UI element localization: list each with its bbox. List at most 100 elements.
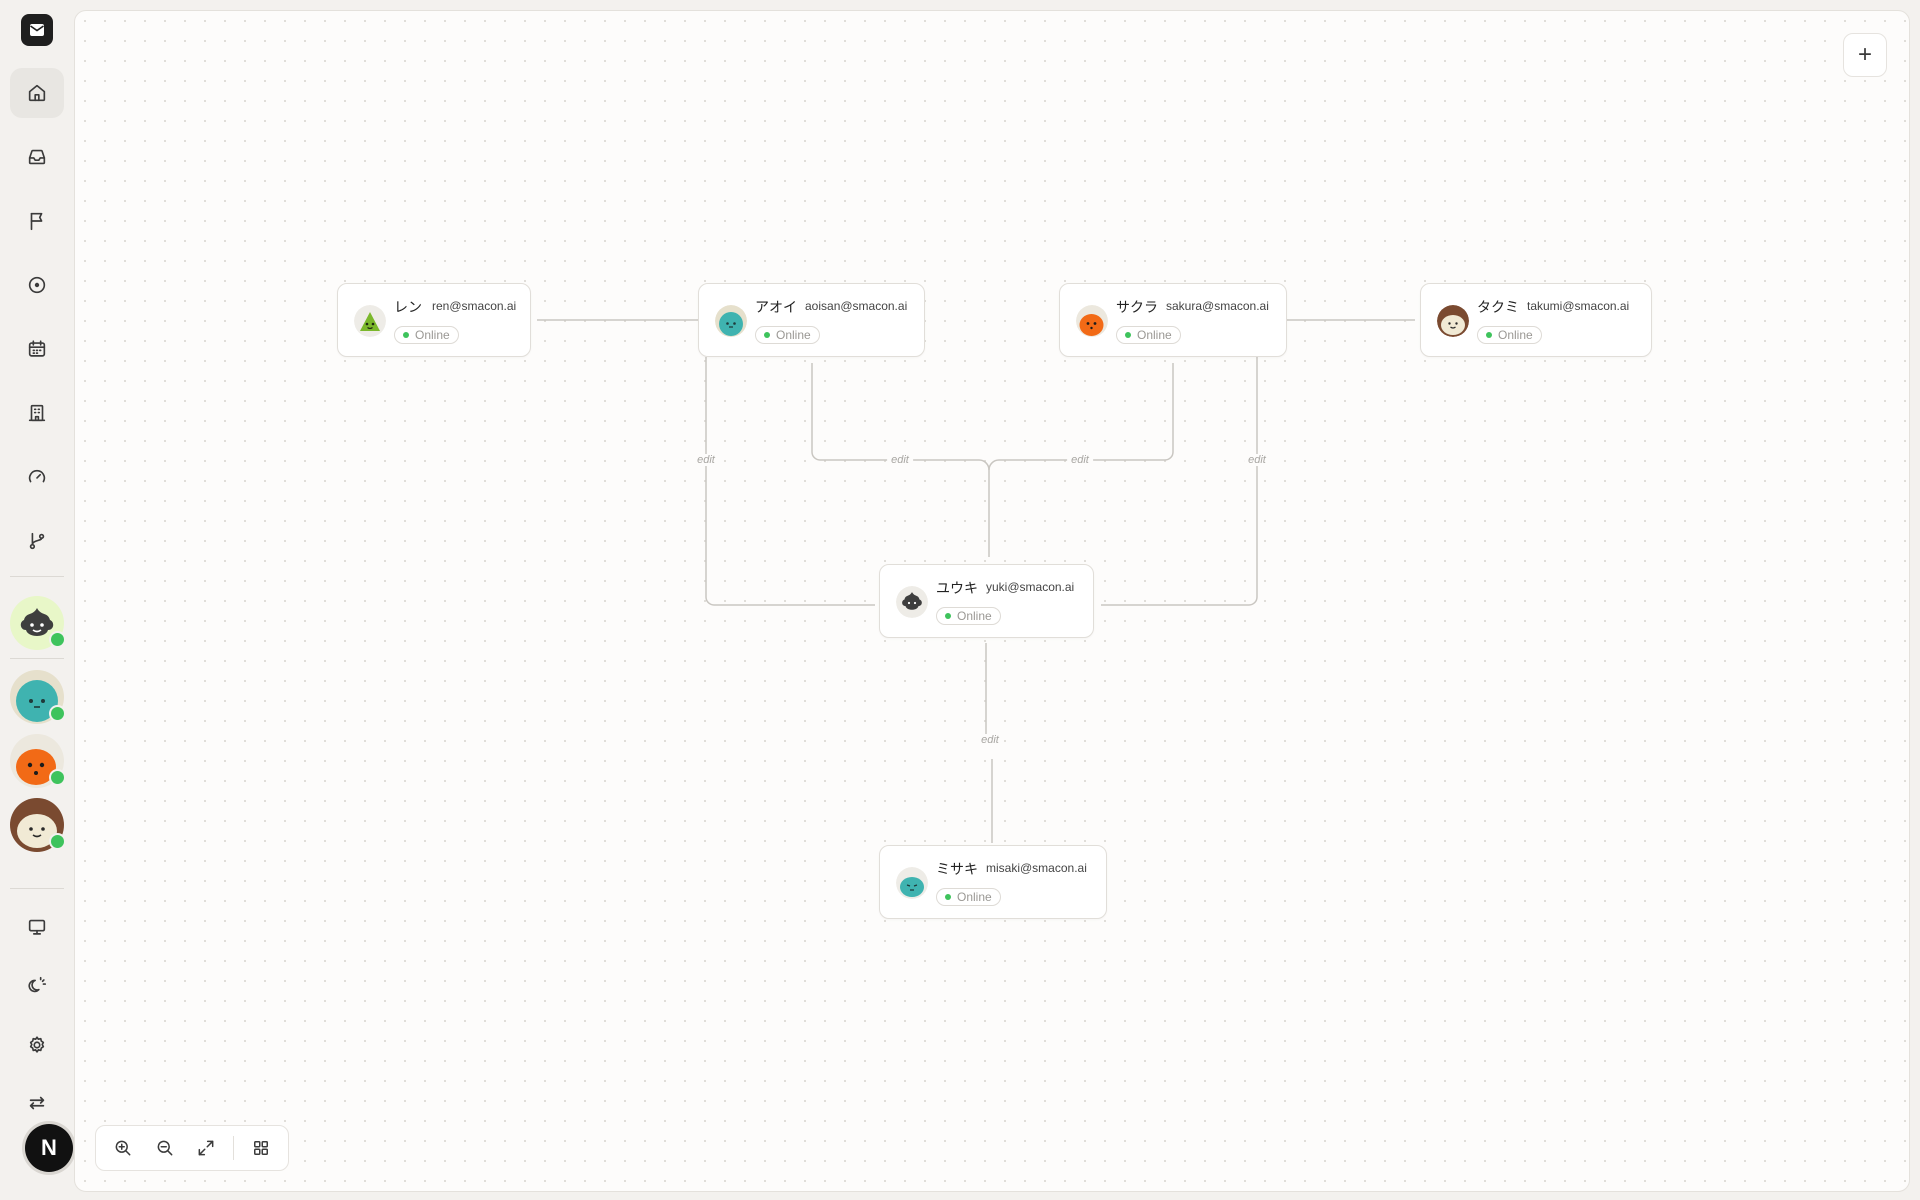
divider <box>10 888 64 889</box>
calendar-icon <box>28 340 46 357</box>
node-name: サクラ <box>1116 299 1158 315</box>
online-dot <box>1486 332 1492 338</box>
nav-calendar[interactable] <box>10 324 64 374</box>
status-badge: Online <box>936 888 1001 906</box>
status-text: Online <box>1137 328 1172 342</box>
nav-inbox[interactable] <box>10 132 64 182</box>
home-icon <box>28 84 46 102</box>
sidebar: N <box>0 0 74 1200</box>
git-branch-icon <box>29 532 45 550</box>
theme-icon <box>28 976 47 993</box>
status-text: Online <box>776 328 811 342</box>
grid-icon <box>254 1141 269 1155</box>
node-email: yuki@smacon.ai <box>986 580 1075 594</box>
edge-aoi-yuki <box>705 357 875 606</box>
agent-node-aoi[interactable]: アオイ aoisan@smacon.ai Online <box>698 283 925 357</box>
status-text: Online <box>957 890 992 904</box>
online-dot <box>403 332 409 338</box>
edge-sakura-yuki-2 <box>1101 357 1258 606</box>
status-badge: Online <box>394 326 459 344</box>
edge-label[interactable]: edit <box>693 454 719 466</box>
agent-node-ren[interactable]: レン ren@smacon.ai Online <box>337 283 531 357</box>
divider <box>10 576 64 577</box>
user-avatar[interactable]: N <box>25 1124 73 1172</box>
sakura-avatar-icon <box>1076 305 1108 337</box>
nav-switch[interactable] <box>10 1078 64 1128</box>
online-status-dot <box>49 631 66 648</box>
canvas-controls <box>95 1125 289 1171</box>
agent-node-misaki[interactable]: ミサキ misaki@smacon.ai Online <box>879 845 1107 919</box>
mail-icon <box>30 24 44 36</box>
agent-node-yuki[interactable]: ユウキ yuki@smacon.ai Online <box>879 564 1094 638</box>
monitor-icon <box>28 919 46 935</box>
node-email: aoisan@smacon.ai <box>805 299 908 313</box>
swap-icon <box>29 1096 45 1110</box>
node-name: ミサキ <box>936 861 978 877</box>
edge-label[interactable]: edit <box>977 734 1003 746</box>
target-icon <box>28 276 46 294</box>
nav-target[interactable] <box>10 260 64 310</box>
layout-button[interactable] <box>242 1130 280 1166</box>
toolbar-separator <box>233 1136 235 1160</box>
zoom-out-icon <box>157 1140 173 1156</box>
node-email: takumi@smacon.ai <box>1527 299 1630 313</box>
ren-avatar-icon <box>354 305 386 337</box>
edge-label[interactable]: edit <box>887 454 913 466</box>
nav-dashboard[interactable] <box>10 452 64 502</box>
nav-settings[interactable] <box>10 1020 64 1070</box>
takumi-avatar-icon <box>1437 305 1469 337</box>
app-logo[interactable] <box>21 14 53 46</box>
edge-label[interactable]: edit <box>1244 454 1270 466</box>
nav-home[interactable] <box>10 68 64 118</box>
node-email: sakura@smacon.ai <box>1166 299 1269 313</box>
agent-avatar-yuki[interactable] <box>10 596 66 650</box>
nav-theme[interactable] <box>10 960 64 1010</box>
agent-node-sakura[interactable]: サクラ sakura@smacon.ai Online <box>1059 283 1287 357</box>
gear-icon <box>29 1036 45 1053</box>
status-text: Online <box>1498 328 1533 342</box>
node-name: レン <box>394 299 422 315</box>
node-name: タクミ <box>1477 299 1519 315</box>
workflow-canvas[interactable]: + edit edit edit edit edit レン ren@smacon… <box>74 10 1910 1192</box>
status-badge: Online <box>936 607 1001 625</box>
status-text: Online <box>415 328 450 342</box>
agent-avatar-takumi[interactable] <box>10 798 66 852</box>
node-email: misaki@smacon.ai <box>986 861 1087 875</box>
node-name: ユウキ <box>936 580 978 596</box>
status-badge: Online <box>755 326 820 344</box>
online-dot <box>764 332 770 338</box>
status-badge: Online <box>1477 326 1542 344</box>
zoom-out-button[interactable] <box>146 1130 184 1166</box>
agent-node-takumi[interactable]: タクミ takumi@smacon.ai Online <box>1420 283 1652 357</box>
edge-label[interactable]: edit <box>1067 454 1093 466</box>
zoom-in-button[interactable] <box>104 1130 142 1166</box>
online-dot <box>945 613 951 619</box>
node-name: アオイ <box>755 299 797 315</box>
online-status-dot <box>49 769 66 786</box>
node-email: ren@smacon.ai <box>432 299 517 313</box>
status-text: Online <box>957 609 992 623</box>
agent-avatar-sakura[interactable] <box>10 734 66 788</box>
aoi-avatar-icon <box>715 305 747 337</box>
yuki-avatar-icon <box>896 586 928 618</box>
nav-flags[interactable] <box>10 196 64 246</box>
inbox-icon <box>28 149 46 165</box>
flag-icon <box>30 212 43 231</box>
nav-organization[interactable] <box>10 388 64 438</box>
misaki-avatar-icon <box>896 867 928 899</box>
online-status-dot <box>49 705 66 722</box>
user-initial: N <box>41 1135 57 1160</box>
gauge-icon <box>28 469 46 483</box>
building-icon <box>28 404 46 422</box>
status-badge: Online <box>1116 326 1181 344</box>
online-status-dot <box>49 833 66 850</box>
expand-icon <box>198 1140 214 1156</box>
online-dot <box>945 894 951 900</box>
zoom-in-icon <box>115 1140 131 1156</box>
agent-avatar-aoi[interactable] <box>10 670 66 724</box>
fit-view-button[interactable] <box>188 1130 226 1166</box>
online-dot <box>1125 332 1131 338</box>
nav-display[interactable] <box>10 902 64 952</box>
divider <box>10 658 64 659</box>
nav-workflows[interactable] <box>10 516 64 566</box>
